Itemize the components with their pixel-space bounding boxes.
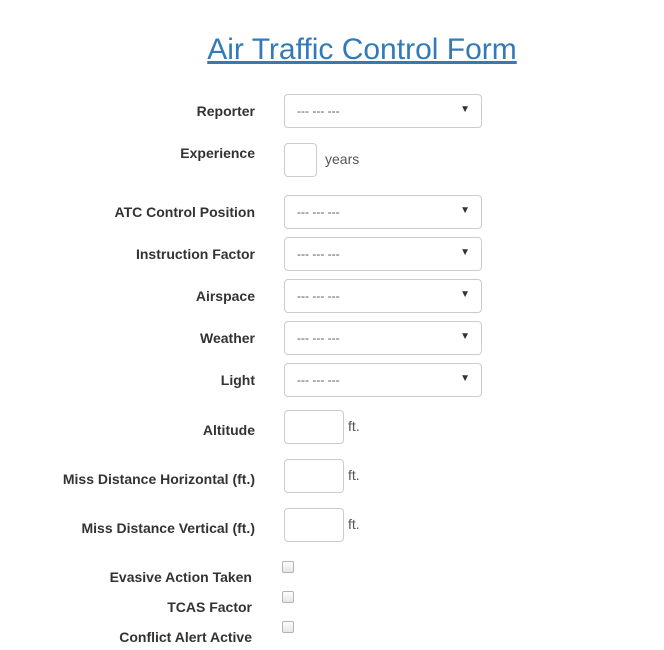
miss-distance-vertical-input[interactable]	[284, 508, 344, 542]
page-title[interactable]: Air Traffic Control Form	[0, 30, 664, 70]
miss-distance-vertical-label: Miss Distance Vertical (ft.)	[81, 520, 255, 536]
conflict-alert-active-label: Conflict Alert Active	[119, 629, 252, 645]
weather-value: --- --- ---	[297, 331, 340, 345]
tcas-factor-checkbox[interactable]	[282, 591, 294, 603]
light-select[interactable]: --- --- --- ▼	[284, 363, 482, 397]
weather-label: Weather	[200, 330, 255, 346]
airspace-value: --- --- ---	[297, 289, 340, 303]
caret-down-icon: ▼	[460, 373, 470, 384]
instruction-factor-value: --- --- ---	[297, 247, 340, 261]
caret-down-icon: ▼	[460, 289, 470, 300]
miss-distance-vertical-unit: ft.	[348, 516, 360, 532]
evasive-action-taken-label: Evasive Action Taken	[109, 569, 252, 585]
caret-down-icon: ▼	[460, 247, 470, 258]
miss-distance-horizontal-input[interactable]	[284, 459, 344, 493]
atc-control-position-select[interactable]: --- --- --- ▼	[284, 195, 482, 229]
weather-select[interactable]: --- --- --- ▼	[284, 321, 482, 355]
instruction-factor-select[interactable]: --- --- --- ▼	[284, 237, 482, 271]
conflict-alert-active-checkbox[interactable]	[282, 621, 294, 633]
experience-unit: years	[325, 151, 360, 167]
airspace-label: Airspace	[195, 288, 255, 304]
tcas-factor-label: TCAS Factor	[167, 599, 252, 615]
instruction-factor-label: Instruction Factor	[135, 246, 255, 262]
reporter-label: Reporter	[196, 103, 255, 119]
miss-distance-horizontal-unit: ft.	[348, 467, 360, 483]
atc-control-position-label: ATC Control Position	[114, 204, 256, 220]
altitude-unit: ft.	[348, 418, 360, 434]
evasive-action-taken-checkbox[interactable]	[282, 561, 294, 573]
reporter-select[interactable]: --- --- --- ▼	[284, 94, 482, 128]
light-value: --- --- ---	[297, 373, 340, 387]
caret-down-icon: ▼	[460, 205, 470, 216]
experience-input[interactable]	[284, 143, 317, 177]
miss-distance-horizontal-label: Miss Distance Horizontal (ft.)	[62, 471, 255, 487]
altitude-input[interactable]	[284, 410, 344, 444]
light-label: Light	[220, 372, 255, 388]
altitude-label: Altitude	[202, 422, 255, 438]
airspace-select[interactable]: --- --- --- ▼	[284, 279, 482, 313]
reporter-value: --- --- ---	[297, 104, 340, 118]
atc-control-position-value: --- --- ---	[297, 205, 340, 219]
caret-down-icon: ▼	[460, 331, 470, 342]
experience-label: Experience	[180, 145, 255, 161]
caret-down-icon: ▼	[460, 104, 470, 115]
